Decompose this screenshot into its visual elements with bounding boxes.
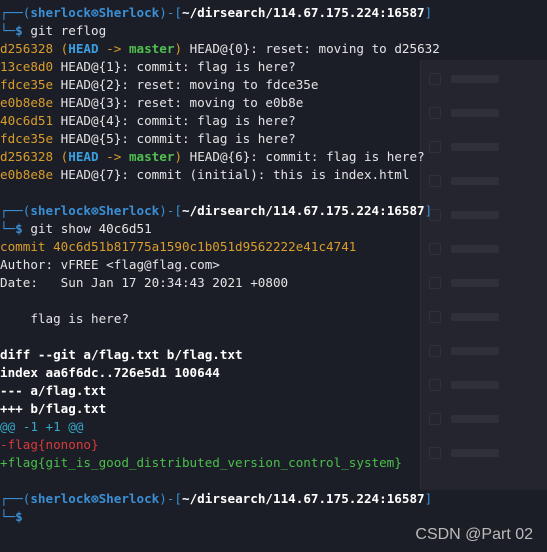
reflog-line: d256328 (HEAD -> master) HEAD@{0}: reset… <box>0 41 440 56</box>
reflog-line: e0b8e8e HEAD@{3}: reset: moving to e0b8e <box>0 94 547 112</box>
prompt-path: ~/dirsearch/114.67.175.224:16587 <box>182 5 425 20</box>
reflog-text: HEAD@{7}: commit (initial): this is inde… <box>53 167 410 182</box>
reflog-text: HEAD@{5}: commit: flag is here? <box>53 131 296 146</box>
show-author-line: Author: vFREE <flag@flag.com> <box>0 257 220 272</box>
reflog-line: fdce35e HEAD@{5}: commit: flag is here? <box>0 130 547 148</box>
prompt-dollar: $ <box>15 509 23 524</box>
diff-plus-file-line: +++ b/flag.txt <box>0 401 107 416</box>
reflog-line: e0b8e8e HEAD@{7}: commit (initial): this… <box>0 166 547 184</box>
reflog-line: fdce35e HEAD@{2}: reset: moving to fdce3… <box>0 76 547 94</box>
diff-added-line: +flag{git_is_good_distributed_version_co… <box>0 455 402 470</box>
prompt-user-host: sherlock⊗Sherlock <box>30 491 160 506</box>
watermark: CSDN @Part 02 <box>415 526 533 543</box>
diff-hunk-line: @@ -1 +1 @@ <box>0 419 84 434</box>
show-commit-line: commit 40c6d51b81775a1590c1b051d9562222e… <box>0 239 357 254</box>
command-text: git show 40c6d51 <box>30 221 152 236</box>
reflog-line: 13ce8d0 HEAD@{1}: commit: flag is here? <box>0 58 547 76</box>
prompt-line: ┌──(sherlock⊗Sherlock)-[~/dirsearch/114.… <box>0 203 433 218</box>
terminal-output: ┌──(sherlock⊗Sherlock)-[~/dirsearch/114.… <box>0 4 547 526</box>
diff-minus-file-line: --- a/flag.txt <box>0 383 107 398</box>
branch-ref: master <box>128 41 175 56</box>
command-line[interactable]: └─$ <box>0 508 547 526</box>
command-line: └─$ git reflog <box>0 23 107 38</box>
prompt-path: ~/dirsearch/114.67.175.224:16587 <box>182 491 425 506</box>
commit-hash: e0b8e8e <box>0 167 54 182</box>
reflog-text: HEAD@{3}: reset: moving to e0b8e <box>53 95 304 110</box>
commit-hash: 13ce8d0 <box>0 59 54 74</box>
commit-hash: d256328 <box>0 41 54 56</box>
show-date-line: Date: Sun Jan 17 20:34:43 2021 +0800 <box>0 275 289 290</box>
head-ref: HEAD <box>68 41 99 56</box>
commit-hash: e0b8e8e <box>0 95 54 110</box>
prompt-line: ┌──(sherlock⊗Sherlock)-[~/dirsearch/114.… <box>0 491 433 506</box>
commit-hash: fdce35e <box>0 77 54 92</box>
reflog-text: HEAD@{0}: reset: moving to d25632 <box>182 41 440 56</box>
diff-header-line: diff --git a/flag.txt b/flag.txt <box>0 347 243 362</box>
ref-arrow: -> <box>98 149 129 164</box>
diff-index-line: index aa6f6dc..726e5d1 100644 <box>0 365 220 380</box>
prompt-path: ~/dirsearch/114.67.175.224:16587 <box>182 203 425 218</box>
prompt-line: ┌──(sherlock⊗Sherlock)-[~/dirsearch/114.… <box>0 5 433 20</box>
commit-hash: 40c6d51 <box>0 113 54 128</box>
reflog-text: HEAD@{2}: reset: moving to fdce35e <box>53 77 319 92</box>
reflog-text: HEAD@{6}: commit: flag is here? <box>182 149 425 164</box>
branch-ref: master <box>128 149 175 164</box>
commit-hash: d256328 <box>0 149 54 164</box>
reflog-line: d256328 (HEAD -> master) HEAD@{6}: commi… <box>0 149 425 164</box>
prompt-dollar: $ <box>15 23 23 38</box>
reflog-text: HEAD@{1}: commit: flag is here? <box>53 59 296 74</box>
head-ref: HEAD <box>68 149 99 164</box>
command-line: └─$ git show 40c6d51 <box>0 221 152 236</box>
ref-arrow: -> <box>98 41 129 56</box>
commit-hash: fdce35e <box>0 131 54 146</box>
reflog-line: 40c6d51 HEAD@{4}: commit: flag is here? <box>0 112 547 130</box>
show-message-line: flag is here? <box>0 311 129 326</box>
prompt-user-host: sherlock⊗Sherlock <box>30 203 160 218</box>
prompt-dollar: $ <box>15 221 23 236</box>
reflog-text: HEAD@{4}: commit: flag is here? <box>53 113 296 128</box>
prompt-user-host: sherlock⊗Sherlock <box>30 5 160 20</box>
terminal-window[interactable]: ┌──(sherlock⊗Sherlock)-[~/dirsearch/114.… <box>0 0 547 552</box>
command-text: git reflog <box>30 23 107 38</box>
terminal-cursor[interactable] <box>23 511 30 525</box>
diff-removed-line: -flag{nonono} <box>0 437 99 452</box>
